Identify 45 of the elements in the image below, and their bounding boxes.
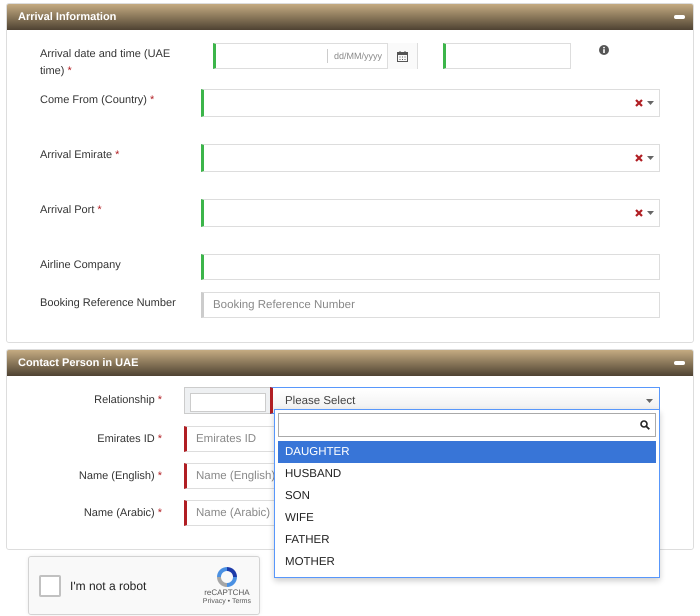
field-label: Arrival date and time (UAE time) * <box>40 47 172 79</box>
field-label: Arrival Emirate * <box>40 148 120 163</box>
text-field[interactable] <box>190 392 266 412</box>
search-field[interactable] <box>278 413 656 437</box>
collapse-icon[interactable] <box>674 15 685 19</box>
checkbox[interactable] <box>39 574 61 596</box>
field-label: Booking Reference Number <box>40 296 177 311</box>
dropdown-option[interactable]: FATHER <box>278 529 656 551</box>
info-icon[interactable] <box>599 45 609 55</box>
dropdown-option[interactable]: WIFE <box>278 507 656 529</box>
caret-icon <box>646 398 653 402</box>
caret-icon <box>647 156 654 160</box>
clear-icon[interactable] <box>635 209 643 217</box>
panel-title: Arrival Information <box>18 11 116 23</box>
dropdown-option[interactable]: SON <box>278 485 656 507</box>
date-field[interactable]: dd/MM/yyyy <box>213 43 418 69</box>
field-label: Emirates ID * <box>96 432 162 447</box>
text-field[interactable]: Booking Reference Number <box>201 292 660 318</box>
recaptcha-brand: reCAPTCHA <box>204 588 250 596</box>
field-label: Arrival Port * <box>40 203 103 218</box>
field-label: Name (English) * <box>78 469 162 484</box>
clear-icon[interactable] <box>635 154 643 162</box>
date-format-hint: dd/MM/yyyy <box>326 49 382 63</box>
field-label: Relationship * <box>93 393 162 408</box>
text-field[interactable] <box>201 254 660 280</box>
clear-icon[interactable] <box>635 99 643 107</box>
field-label: Airline Company <box>40 258 122 273</box>
time-field[interactable] <box>443 43 571 69</box>
dropdown-option[interactable]: HUSBAND <box>278 463 656 485</box>
collapse-icon[interactable] <box>674 361 685 365</box>
recaptcha-logo-icon <box>216 566 237 586</box>
caret-icon <box>647 101 654 105</box>
calendar-icon <box>397 50 408 62</box>
select-field[interactable] <box>201 144 660 172</box>
dropdown-option[interactable]: DAUGHTER <box>278 441 656 463</box>
caret-icon <box>647 211 654 215</box>
select-field[interactable] <box>201 89 660 117</box>
select-field[interactable] <box>201 199 660 227</box>
calendar-button[interactable] <box>387 43 417 69</box>
panel-title: Contact Person in UAE <box>18 357 138 369</box>
field-label: Come From (Country) * <box>40 93 156 108</box>
field-label: Name (Arabic) * <box>82 506 162 521</box>
search-icon <box>640 420 650 430</box>
dropdown-option[interactable]: MOTHER <box>278 551 656 573</box>
checkbox-label: I'm not a robot <box>70 578 148 592</box>
